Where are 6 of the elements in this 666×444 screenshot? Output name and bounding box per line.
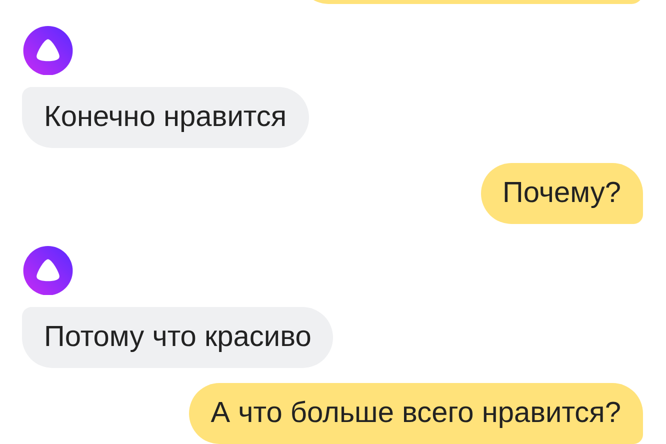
message-bubble: Почему? (480, 163, 643, 224)
message-bubble: Конечно нравится (22, 87, 309, 148)
assistant-avatar-icon (22, 26, 74, 76)
message-bubble: Потому что красиво (22, 307, 334, 368)
assistant-avatar-icon (22, 246, 74, 296)
message-bubble: А что больше всего нравится? (188, 383, 643, 444)
